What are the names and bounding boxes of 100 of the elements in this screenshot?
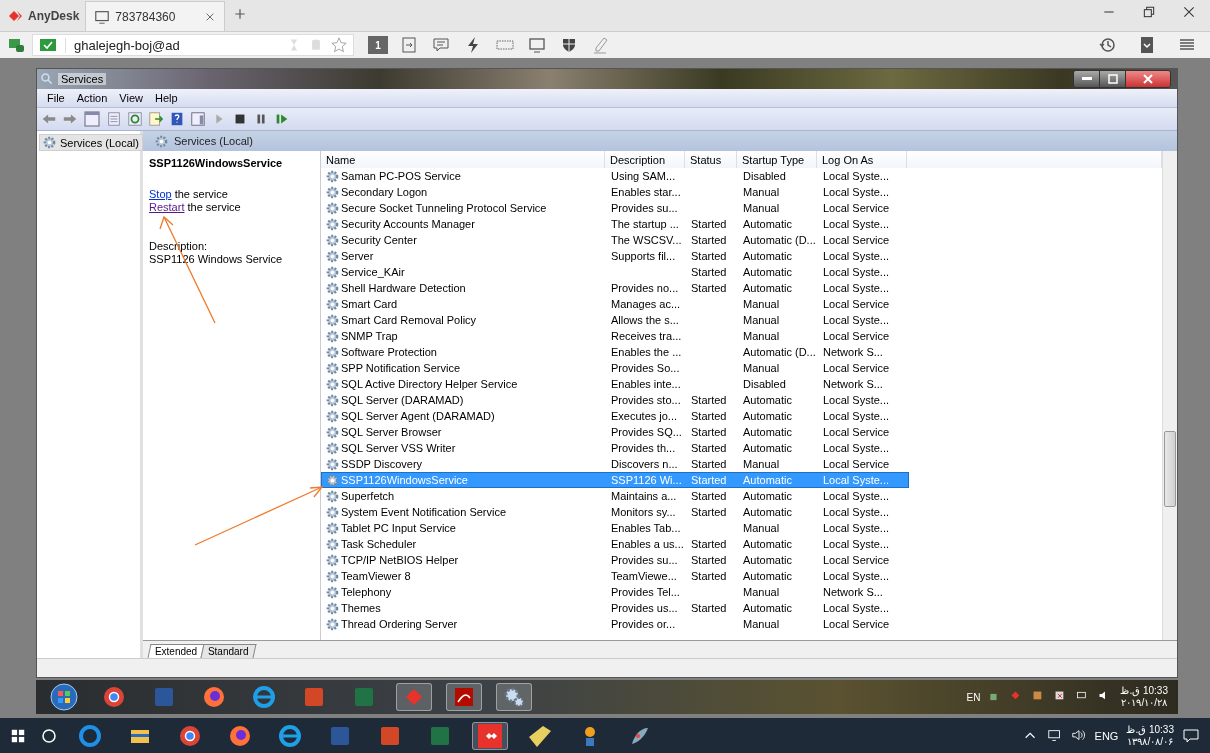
gear-icon — [326, 329, 339, 343]
minimize-button[interactable] — [1074, 71, 1100, 87]
table-cell: Security Center — [341, 234, 417, 246]
service-row[interactable]: SQL Server VSS Writer Provides th... Started Automatic Local Syste... — [321, 440, 909, 456]
table-cell-text: Started — [690, 474, 728, 486]
scrollbar-thumb[interactable] — [1164, 431, 1176, 507]
scrollbar[interactable] — [1162, 151, 1177, 640]
notification-icon[interactable] — [1182, 726, 1200, 745]
export-icon[interactable] — [148, 111, 164, 127]
table-cell: Telephony — [341, 586, 392, 598]
help-icon[interactable] — [169, 111, 185, 127]
restore-icon[interactable] — [1142, 4, 1156, 19]
table-cell: SQL Server Browser — [341, 426, 442, 438]
service-row[interactable]: Server Supports fil... Started Automatic Local Syste... — [321, 248, 909, 264]
table-cell-text: Enables the ... — [610, 346, 683, 358]
service-row[interactable]: TeamViewer 8 TeamViewe... Started Automatic Local Syste... — [321, 568, 909, 584]
star-icon[interactable] — [331, 37, 347, 53]
service-row[interactable]: SSDP Discovery Discovers n... Started Manual Local Service — [321, 456, 909, 472]
service-action-link[interactable]: Stop — [149, 188, 172, 200]
gear-icon — [326, 281, 339, 295]
service-row[interactable]: SNMP Trap Receives tra... Manual Local Service — [321, 328, 909, 344]
action-pane-icon[interactable] — [190, 111, 206, 127]
table-cell-text: Local Syste... — [822, 266, 891, 278]
taskbar-app-button[interactable] — [472, 721, 508, 750]
menu-item[interactable]: File — [41, 92, 71, 104]
service-row[interactable]: SQL Server Browser Provides SQ... Started Automatic Local Service — [321, 424, 909, 440]
app-icon — [278, 723, 302, 748]
column-header[interactable]: Log On As — [817, 151, 907, 168]
plus-icon[interactable] — [233, 7, 248, 21]
monitor-check-icon — [39, 37, 57, 53]
service-row[interactable]: Security Center The WSCSV... Started Automatic (D... Local Service — [321, 232, 909, 248]
shield-icon[interactable] — [560, 36, 578, 54]
column-header[interactable]: Description — [605, 151, 685, 168]
chat-icon[interactable] — [432, 36, 450, 54]
history-icon[interactable] — [1098, 36, 1116, 54]
close-icon[interactable] — [1182, 4, 1196, 19]
service-row[interactable]: Telephony Provides Tel... Manual Network S... — [321, 584, 909, 600]
service-row[interactable]: Thread Ordering Server Provides or... Manual Local Service — [321, 616, 909, 632]
service-row[interactable]: SQL Server Agent (DARAMAD) Executes jo... Started Automatic Local Syste... — [321, 408, 909, 424]
language-indicator[interactable]: ENG — [1094, 729, 1119, 742]
table-cell-text: Provides Tel... — [610, 586, 681, 598]
service-row[interactable]: Service_KAir Started Automatic Local Syste... — [321, 264, 909, 280]
table-cell-text: Local Service — [822, 554, 891, 566]
refresh-icon[interactable] — [127, 111, 143, 127]
connection-status-icon[interactable] — [8, 36, 26, 54]
file-transfer-icon[interactable] — [400, 36, 418, 54]
app-icon — [78, 723, 102, 748]
console-tree-icon[interactable] — [83, 110, 101, 128]
table-cell-text: Local Syste... — [822, 602, 891, 614]
service-row[interactable]: SPP Notification Service Provides So... Manual Local Service — [321, 360, 909, 376]
view-tab[interactable]: Standard — [200, 644, 257, 658]
properties-icon[interactable] — [106, 111, 122, 127]
table-cell: Service_KAir — [341, 266, 405, 278]
service-row[interactable]: Shell Hardware Detection Provides no... Started Automatic Local Syste... — [321, 280, 909, 296]
table-cell-text: Automatic — [742, 570, 793, 582]
service-row[interactable]: Task Scheduler Enables a us... Started Automatic Local Syste... — [321, 536, 909, 552]
app-brand: AnyDesk — [28, 9, 80, 23]
service-row[interactable]: Smart Card Manages ac... Manual Local Service — [321, 296, 909, 312]
menu-item[interactable]: View — [113, 92, 149, 104]
menu-item[interactable]: Action — [70, 92, 114, 104]
service-row[interactable]: SQL Server (DARAMAD) Provides sto... Started Automatic Local Syste... — [321, 392, 909, 408]
column-header[interactable]: Status — [685, 151, 737, 168]
windows-logo-icon[interactable] — [10, 727, 26, 744]
app-icon — [352, 685, 376, 709]
service-row[interactable]: Saman PC-POS Service Using SAM... Disabled Local Syste... — [321, 168, 909, 184]
download-icon[interactable] — [1138, 36, 1156, 54]
menu-item[interactable]: Help — [148, 92, 184, 104]
close-button[interactable] — [1126, 71, 1170, 87]
service-row[interactable]: Superfetch Maintains a... Started Automatic Local Syste... — [321, 488, 909, 504]
table-cell-text: Monitors sy... — [610, 506, 677, 518]
column-header[interactable]: Name — [321, 151, 605, 168]
monitor-icon[interactable] — [528, 36, 546, 54]
service-row[interactable]: Smart Card Removal Policy Allows the s... Manual Local Syste... — [321, 312, 909, 328]
service-row[interactable]: Security Accounts Manager The startup ... Started Automatic Local Syste... — [321, 216, 909, 232]
service-row[interactable]: System Event Notification Service Monitors sy... Started Automatic Local Syste... — [321, 504, 909, 520]
tree-item[interactable]: Services (Local) — [39, 134, 143, 151]
service-row[interactable]: Secure Socket Tunneling Protocol Service Provides su... Manual Local Service — [321, 200, 909, 216]
address-field[interactable]: ghalejegh-boj@ad — [32, 34, 354, 56]
display-button[interactable]: 1 — [368, 36, 388, 54]
service-row[interactable]: Tablet PC Input Service Enables Tab... Manual Local Syste... — [321, 520, 909, 536]
service-row[interactable]: SQL Active Directory Helper Service Enables inte... Disabled Network S... — [321, 376, 909, 392]
service-row[interactable]: Software Protection Enables the ... Automatic (D... Network S... — [321, 344, 909, 360]
table-cell: SQL Server VSS Writer — [341, 442, 456, 454]
maximize-button[interactable] — [1100, 71, 1126, 87]
table-cell-text: Provides or... — [610, 618, 677, 630]
service-row[interactable]: Secondary Logon Enables star... Manual Local Syste... — [321, 184, 909, 200]
service-action-link[interactable]: Restart — [149, 201, 185, 213]
view-tab[interactable]: Extended — [147, 644, 205, 658]
column-header[interactable]: Startup Type — [737, 151, 817, 168]
table-cell-text: Supports fil... — [610, 250, 677, 262]
service-row[interactable]: Themes Provides us... Started Automatic Local Syste... — [321, 600, 909, 616]
table-cell-text: Provides su... — [610, 554, 679, 566]
gear-icon — [326, 169, 339, 183]
service-row[interactable]: TCP/IP NetBIOS Helper Provides su... Started Automatic Local Service — [321, 552, 909, 568]
language-indicator[interactable]: EN — [966, 691, 981, 703]
search-icon[interactable] — [40, 726, 58, 745]
table-cell-text: Local Syste... — [822, 410, 891, 422]
table-cell-text: Provides su... — [610, 202, 679, 214]
table-cell-text: Local Syste... — [822, 186, 891, 198]
session-tab[interactable]: 783784360 — [85, 1, 226, 31]
